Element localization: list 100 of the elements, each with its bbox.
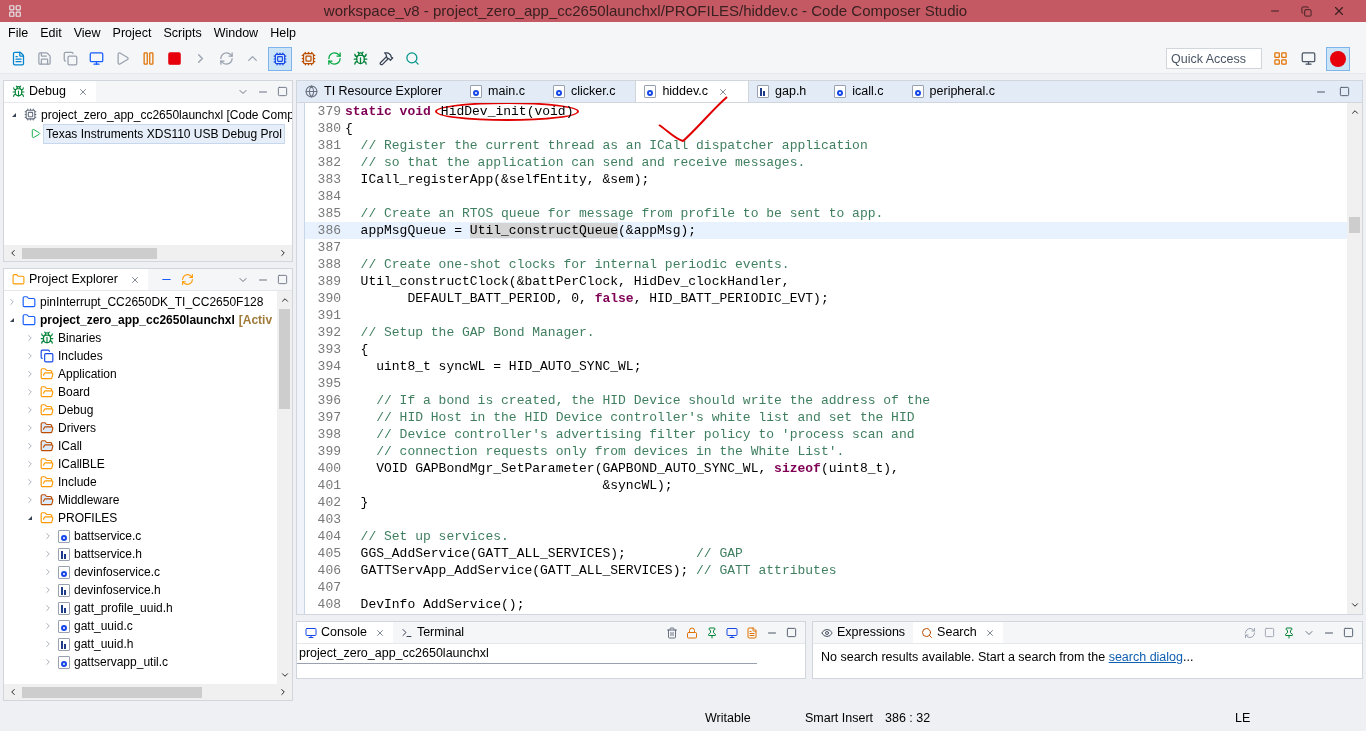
menu-item[interactable]: File xyxy=(8,23,29,43)
tree-item[interactable]: gattservapp_util.c xyxy=(74,653,169,671)
editor-tab[interactable]: icall.c xyxy=(826,81,904,102)
line-number: 384 xyxy=(316,188,342,205)
pin-icon[interactable] xyxy=(1283,626,1295,639)
display-console-icon[interactable] xyxy=(726,626,738,639)
menu-item[interactable]: Window xyxy=(213,23,259,43)
close-window-icon[interactable] xyxy=(1332,4,1346,18)
tree-item[interactable]: gatt_uuid.c xyxy=(74,617,133,635)
scroll-down-icon[interactable] xyxy=(279,670,290,680)
editor-tab[interactable]: main.c xyxy=(462,81,545,102)
tree-item[interactable]: Binaries xyxy=(58,329,102,347)
line-number: 402 xyxy=(316,494,342,511)
search-icon xyxy=(921,626,934,639)
close-icon[interactable] xyxy=(129,274,140,285)
code-comment: // HID Host in the HID Device controller's white list and set the HID xyxy=(375,410,915,425)
close-icon[interactable] xyxy=(77,86,88,97)
view-tab[interactable]: Terminal xyxy=(392,622,473,643)
pin-icon[interactable] xyxy=(706,626,718,639)
tree-item[interactable]: ICall xyxy=(58,437,82,455)
tree-item[interactable]: gatt_profile_uuid.h xyxy=(74,599,173,617)
restore-window-icon[interactable] xyxy=(1301,5,1312,17)
code-text: { xyxy=(359,342,369,357)
line-number: 399 xyxy=(316,443,342,460)
vertical-scrollbar[interactable] xyxy=(1347,103,1362,614)
code-comment: // GATT attributes xyxy=(695,563,837,578)
close-icon[interactable] xyxy=(984,627,995,638)
tree-item[interactable]: Include xyxy=(58,473,97,491)
tree-item[interactable]: devinfoservice.c xyxy=(74,563,161,581)
new-console-icon[interactable] xyxy=(746,626,758,639)
maximize-icon[interactable] xyxy=(1339,85,1350,97)
h-file-icon xyxy=(58,583,70,597)
tree-item[interactable]: Board xyxy=(58,383,91,401)
scroll-thumb[interactable] xyxy=(1349,217,1360,233)
editor-tab[interactable]: hiddev.c xyxy=(635,81,750,102)
tree-item[interactable]: battservice.h xyxy=(74,545,143,563)
scroll-left-icon[interactable] xyxy=(8,687,18,697)
tree-item[interactable]: devinfoservice.h xyxy=(74,581,161,599)
scroll-thumb[interactable] xyxy=(22,686,202,698)
scroll-up-icon[interactable] xyxy=(1349,107,1360,117)
tree-item[interactable]: Debug xyxy=(58,401,94,419)
close-icon[interactable] xyxy=(374,627,385,638)
quick-access-field[interactable]: Quick Access xyxy=(1166,48,1262,69)
code-comment: // Set up services. xyxy=(359,529,509,544)
editor-tab[interactable]: clicker.c xyxy=(544,81,636,102)
tree-item[interactable]: ICallBLE xyxy=(58,455,105,473)
vertical-scrollbar[interactable] xyxy=(277,291,292,684)
line-number: 394 xyxy=(316,358,342,375)
search-dialog-link[interactable]: search dialog xyxy=(1108,650,1183,664)
maximize-icon[interactable] xyxy=(277,86,288,97)
horizontal-scrollbar[interactable] xyxy=(4,684,292,700)
view-tab[interactable]: Search xyxy=(913,622,1003,643)
editor-tab[interactable]: peripheral.c xyxy=(903,81,1015,102)
debug-tab[interactable]: Debug xyxy=(4,81,96,102)
code-text: DEFAULT_BATT_PERIOD, 0, xyxy=(406,291,588,306)
menu-item[interactable]: View xyxy=(73,23,101,43)
menu-item[interactable]: Edit xyxy=(40,23,62,43)
code-comment: // Setup the GAP Bond Manager. xyxy=(359,325,595,340)
view-tab[interactable]: Expressions xyxy=(813,622,914,643)
menu-item[interactable]: Help xyxy=(270,23,296,43)
tree-item[interactable]: project_zero_app_cc2650launchxl xyxy=(40,311,235,329)
menu-item[interactable]: Scripts xyxy=(163,23,202,43)
refresh-icon[interactable] xyxy=(1244,626,1256,639)
tree-item[interactable]: PROFILES xyxy=(58,509,118,527)
code-comment: // If a bond is created, the HID Device should write the address of the xyxy=(375,393,931,408)
code-text: , HID_BATT_PERIODIC_EVT); xyxy=(633,291,829,306)
project-explorer-tab[interactable]: Project Explorer xyxy=(4,269,148,290)
tree-item[interactable]: Application xyxy=(58,365,117,383)
c-file-icon xyxy=(552,85,565,98)
tree-item[interactable]: gatt_uuid.h xyxy=(74,635,134,653)
code-text: { xyxy=(345,121,353,136)
tree-item[interactable]: Drivers xyxy=(58,419,96,437)
tree-item[interactable]: pinInterrupt_CC2650DK_TI_CC2650F128 xyxy=(40,293,264,311)
circled-code-text: HidDev_init(void) xyxy=(434,103,580,121)
maximize-icon[interactable] xyxy=(1343,627,1354,638)
scroll-right-icon[interactable] xyxy=(278,248,288,258)
editor-tab[interactable]: gap.h xyxy=(749,81,827,102)
horizontal-scrollbar[interactable] xyxy=(4,245,292,261)
scroll-right-icon[interactable] xyxy=(278,687,288,697)
scroll-left-icon[interactable] xyxy=(8,248,18,258)
clear-console-icon[interactable] xyxy=(666,626,678,639)
scroll-thumb[interactable] xyxy=(22,247,157,259)
scroll-thumb[interactable] xyxy=(279,309,290,409)
close-icon[interactable] xyxy=(718,86,729,97)
maximize-icon[interactable] xyxy=(277,274,288,285)
scroll-up-icon[interactable] xyxy=(279,295,290,305)
link-editor-icon[interactable] xyxy=(180,273,194,286)
toggle-button[interactable] xyxy=(268,46,292,71)
view-tab[interactable]: Console xyxy=(297,622,393,643)
debug-tree-item[interactable]: Texas Instruments XDS110 USB Debug Prol xyxy=(43,123,285,144)
editor-tab[interactable]: TI Resource Explorer xyxy=(297,81,463,102)
tree-item[interactable]: battservice.c xyxy=(74,527,142,545)
scroll-down-icon[interactable] xyxy=(1349,600,1360,610)
tree-item[interactable]: Includes xyxy=(58,347,103,365)
tree-item[interactable]: Middleware xyxy=(58,491,120,509)
menu-item[interactable]: Project xyxy=(112,23,152,43)
stop-icon[interactable] xyxy=(1264,627,1275,638)
maximize-icon[interactable] xyxy=(786,627,797,638)
scroll-lock-icon[interactable] xyxy=(686,626,698,639)
debug-perspective-button[interactable] xyxy=(1326,46,1350,71)
